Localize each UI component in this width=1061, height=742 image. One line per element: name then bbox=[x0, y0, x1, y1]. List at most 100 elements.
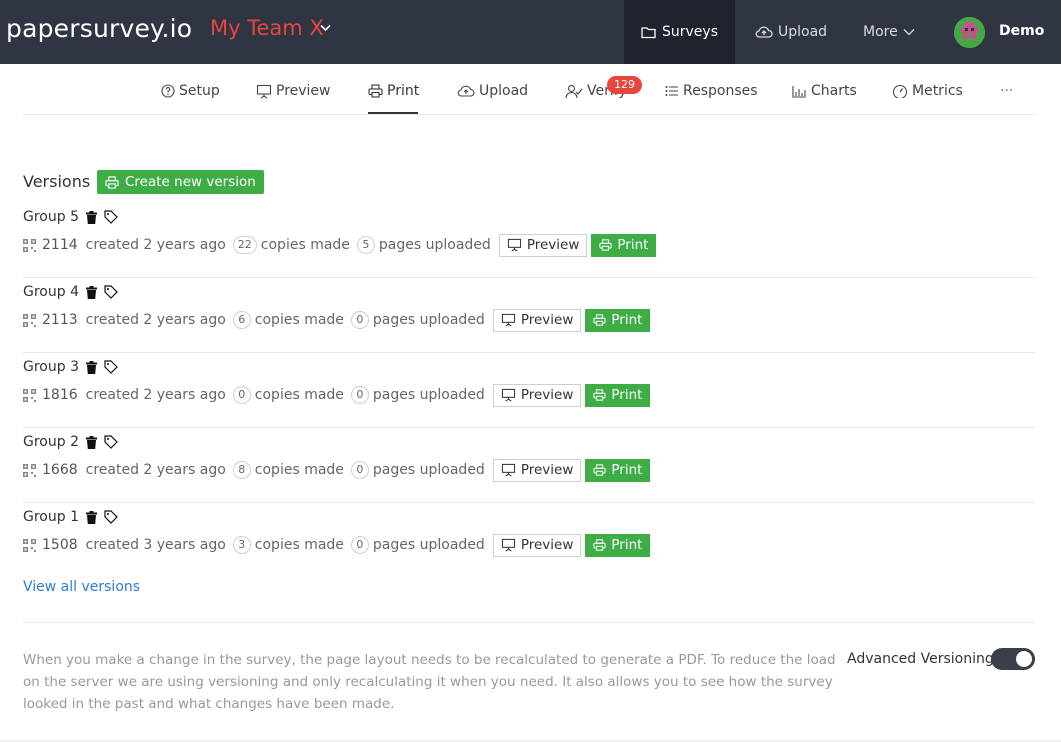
tab-print[interactable]: Print bbox=[368, 81, 419, 101]
print-button[interactable]: Print bbox=[585, 383, 651, 407]
advanced-versioning-toggle[interactable] bbox=[991, 648, 1035, 670]
preview-button[interactable]: Preview bbox=[492, 458, 582, 482]
version-id: 1816 bbox=[42, 387, 78, 403]
nav-more[interactable]: More bbox=[863, 0, 915, 64]
create-version-button[interactable]: Create new version bbox=[97, 170, 264, 194]
version-id: 2113 bbox=[42, 312, 78, 328]
preview-button[interactable]: Preview bbox=[492, 308, 582, 332]
copies-label: copies made bbox=[254, 312, 344, 328]
printer-icon bbox=[105, 175, 119, 189]
user-check-icon bbox=[565, 84, 583, 98]
pages-label: pages uploaded bbox=[372, 312, 485, 328]
nav-upload[interactable]: Upload bbox=[755, 0, 827, 64]
team-selector[interactable]: My Team X bbox=[210, 16, 324, 40]
tab-preview-label: Preview bbox=[276, 83, 331, 99]
copies-count: 3 bbox=[232, 536, 251, 554]
pages-label: pages uploaded bbox=[372, 537, 485, 553]
survey-tabs: Setup Preview Print Upload Verify 129 Re… bbox=[23, 64, 1035, 115]
qr-code-icon bbox=[23, 388, 36, 402]
tag-icon[interactable] bbox=[104, 360, 118, 374]
printer-icon bbox=[593, 464, 606, 476]
group-name: Group 2 bbox=[23, 434, 79, 450]
tag-icon[interactable] bbox=[104, 435, 118, 449]
tab-setup[interactable]: Setup bbox=[161, 81, 220, 101]
created-text: created 2 years ago bbox=[85, 462, 226, 478]
tab-upload-label: Upload bbox=[479, 83, 529, 99]
nav-more-label: More bbox=[863, 24, 898, 40]
preview-label: Preview bbox=[520, 387, 574, 403]
view-all-versions-link[interactable]: View all versions bbox=[23, 579, 140, 595]
trash-icon[interactable] bbox=[85, 510, 97, 524]
versioning-description: When you make a change in the survey, th… bbox=[23, 652, 836, 712]
question-circle-icon bbox=[161, 84, 175, 98]
create-version-label: Create new version bbox=[125, 174, 256, 190]
created-text: created 2 years ago bbox=[85, 387, 226, 403]
version-id: 2114 bbox=[42, 237, 78, 253]
copies-label: copies made bbox=[254, 537, 344, 553]
tag-icon[interactable] bbox=[104, 210, 118, 224]
version-row: Group 2 1668 created 2 years ago 8 copie… bbox=[23, 428, 1035, 503]
tab-charts[interactable]: Charts bbox=[792, 81, 857, 101]
trash-icon[interactable] bbox=[85, 285, 97, 299]
tab-metrics[interactable]: Metrics bbox=[892, 81, 963, 101]
nav-surveys[interactable]: Surveys bbox=[624, 0, 735, 64]
print-button[interactable]: Print bbox=[585, 308, 651, 332]
trash-icon[interactable] bbox=[85, 210, 97, 224]
tab-more[interactable]: ··· bbox=[1000, 81, 1013, 101]
avatar-image bbox=[954, 17, 985, 48]
group-title: Group 1 bbox=[23, 509, 118, 525]
app-logo[interactable]: papersurvey.io bbox=[6, 14, 192, 43]
tab-responses[interactable]: Responses bbox=[665, 81, 758, 101]
chevron-down-icon[interactable] bbox=[320, 24, 331, 32]
tag-icon[interactable] bbox=[104, 510, 118, 524]
pages-count: 5 bbox=[356, 236, 375, 254]
print-button[interactable]: Print bbox=[585, 533, 651, 557]
print-button[interactable]: Print bbox=[591, 233, 657, 257]
preview-button[interactable]: Preview bbox=[492, 533, 582, 557]
group-title: Group 4 bbox=[23, 284, 118, 300]
versions-title: Versions bbox=[23, 172, 91, 191]
gauge-icon bbox=[892, 84, 908, 98]
presentation-icon bbox=[501, 538, 515, 552]
version-row: Group 5 2114 created 2 years ago 22 copi… bbox=[23, 203, 1035, 278]
presentation-icon bbox=[507, 238, 521, 252]
printer-icon bbox=[599, 239, 612, 251]
toggle-knob bbox=[1016, 651, 1032, 667]
pages-count: 0 bbox=[350, 386, 369, 404]
qr-code-icon bbox=[23, 538, 36, 552]
group-name: Group 5 bbox=[23, 209, 79, 225]
print-button[interactable]: Print bbox=[585, 458, 651, 482]
tab-print-label: Print bbox=[387, 83, 420, 99]
preview-button[interactable]: Preview bbox=[492, 383, 582, 407]
pages-label: pages uploaded bbox=[372, 387, 485, 403]
user-name[interactable]: Demo bbox=[999, 23, 1044, 39]
version-meta: 1508 created 3 years ago 3 copies made 0… bbox=[23, 533, 651, 557]
trash-icon[interactable] bbox=[85, 360, 97, 374]
printer-icon bbox=[593, 539, 606, 551]
qr-code-icon bbox=[23, 238, 36, 252]
trash-icon[interactable] bbox=[85, 435, 97, 449]
tab-upload[interactable]: Upload bbox=[457, 81, 528, 101]
preview-button[interactable]: Preview bbox=[498, 233, 588, 257]
divider bbox=[23, 622, 1035, 623]
tag-icon[interactable] bbox=[104, 285, 118, 299]
version-meta: 1816 created 2 years ago 0 copies made 0… bbox=[23, 383, 651, 407]
avatar[interactable] bbox=[954, 17, 985, 48]
top-bar: papersurvey.io My Team X Surveys Upload … bbox=[0, 0, 1061, 64]
pages-count: 0 bbox=[350, 311, 369, 329]
tab-setup-label: Setup bbox=[179, 83, 220, 99]
verify-count-badge: 129 bbox=[607, 76, 642, 94]
version-meta: 1668 created 2 years ago 8 copies made 0… bbox=[23, 458, 651, 482]
group-name: Group 1 bbox=[23, 509, 79, 525]
group-title: Group 5 bbox=[23, 209, 118, 225]
tab-preview[interactable]: Preview bbox=[256, 81, 331, 101]
group-title: Group 2 bbox=[23, 434, 118, 450]
tab-responses-label: Responses bbox=[683, 83, 758, 99]
bar-chart-icon bbox=[792, 85, 806, 98]
presentation-icon bbox=[501, 313, 515, 327]
tab-more-label: ··· bbox=[1000, 83, 1014, 99]
print-label: Print bbox=[611, 537, 643, 553]
pages-label: pages uploaded bbox=[372, 462, 485, 478]
group-name: Group 4 bbox=[23, 284, 79, 300]
presentation-icon bbox=[501, 388, 515, 402]
